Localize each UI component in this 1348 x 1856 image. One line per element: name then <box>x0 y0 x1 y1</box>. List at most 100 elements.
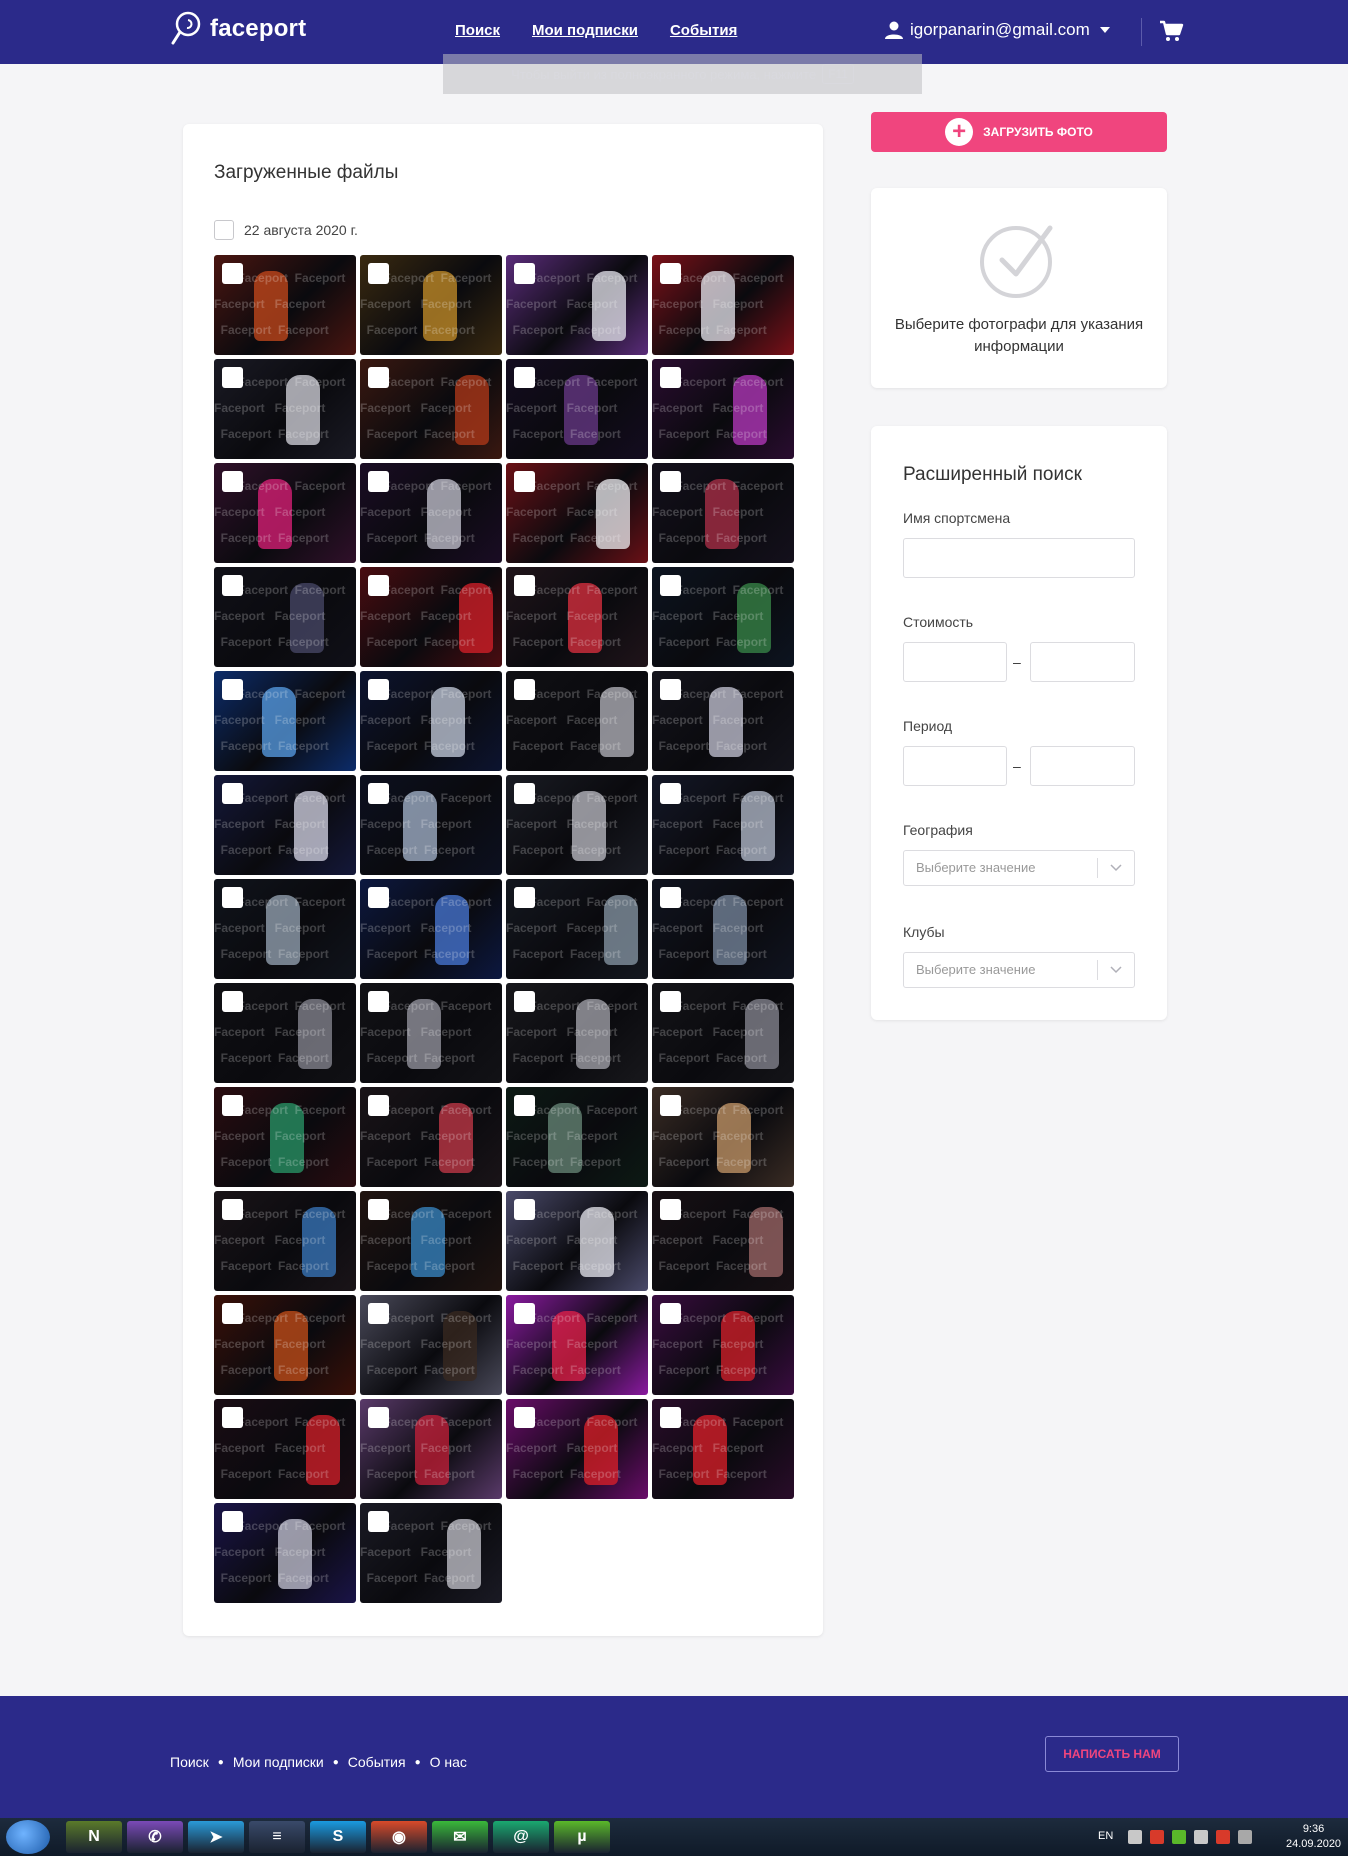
photo-thumbnail[interactable]: Faceport Faceport Faceport Faceport Facep… <box>360 463 502 563</box>
photo-checkbox[interactable] <box>660 679 681 700</box>
photo-checkbox[interactable] <box>368 1199 389 1220</box>
start-button[interactable] <box>6 1820 50 1854</box>
photo-checkbox[interactable] <box>514 887 535 908</box>
photo-thumbnail[interactable]: Faceport Faceport Faceport Faceport Facep… <box>214 1503 356 1603</box>
photo-thumbnail[interactable]: Faceport Faceport Faceport Faceport Facep… <box>360 1191 502 1291</box>
photo-thumbnail[interactable]: Faceport Faceport Faceport Faceport Facep… <box>360 567 502 667</box>
photo-checkbox[interactable] <box>514 1407 535 1428</box>
photo-checkbox[interactable] <box>660 1095 681 1116</box>
photo-checkbox[interactable] <box>222 1303 243 1324</box>
cost-from-input[interactable] <box>903 642 1007 682</box>
photo-checkbox[interactable] <box>660 575 681 596</box>
photo-thumbnail[interactable]: Faceport Faceport Faceport Faceport Facep… <box>506 359 648 459</box>
tray-utorrent-icon[interactable] <box>1172 1830 1186 1844</box>
photo-thumbnail[interactable]: Faceport Faceport Faceport Faceport Facep… <box>214 1087 356 1187</box>
photo-checkbox[interactable] <box>222 367 243 388</box>
photo-checkbox[interactable] <box>222 471 243 492</box>
nav-subscriptions[interactable]: Мои подписки <box>532 22 638 39</box>
photo-checkbox[interactable] <box>222 991 243 1012</box>
photo-checkbox[interactable] <box>368 1511 389 1532</box>
photo-checkbox[interactable] <box>222 1511 243 1532</box>
cost-to-input[interactable] <box>1030 642 1135 682</box>
photo-thumbnail[interactable]: Faceport Faceport Faceport Faceport Facep… <box>214 567 356 667</box>
photo-thumbnail[interactable]: Faceport Faceport Faceport Faceport Facep… <box>506 1191 648 1291</box>
photo-checkbox[interactable] <box>514 471 535 492</box>
photo-thumbnail[interactable]: Faceport Faceport Faceport Faceport Facep… <box>214 359 356 459</box>
photo-checkbox[interactable] <box>222 263 243 284</box>
photo-thumbnail[interactable]: Faceport Faceport Faceport Faceport Facep… <box>360 255 502 355</box>
footer-link-search[interactable]: Поиск <box>170 1754 209 1770</box>
photo-thumbnail[interactable]: Faceport Faceport Faceport Faceport Facep… <box>652 255 794 355</box>
photo-thumbnail[interactable]: Faceport Faceport Faceport Faceport Facep… <box>506 879 648 979</box>
nav-search[interactable]: Поиск <box>455 22 500 39</box>
photo-thumbnail[interactable]: Faceport Faceport Faceport Faceport Facep… <box>652 1399 794 1499</box>
skype-icon[interactable]: S <box>310 1821 366 1853</box>
wechat-icon[interactable]: ✉ <box>432 1821 488 1853</box>
photo-thumbnail[interactable]: Faceport Faceport Faceport Faceport Facep… <box>652 775 794 875</box>
date-group-checkbox[interactable] <box>214 220 234 240</box>
photo-checkbox[interactable] <box>368 263 389 284</box>
photo-thumbnail[interactable]: Faceport Faceport Faceport Faceport Facep… <box>652 359 794 459</box>
geography-select[interactable]: Выберите значение <box>903 850 1135 886</box>
chrome-icon[interactable]: ◉ <box>371 1821 427 1853</box>
tray-network-icon[interactable] <box>1216 1830 1230 1844</box>
photo-checkbox[interactable] <box>514 1095 535 1116</box>
photo-checkbox[interactable] <box>368 1303 389 1324</box>
photo-checkbox[interactable] <box>368 471 389 492</box>
photo-checkbox[interactable] <box>368 575 389 596</box>
photo-checkbox[interactable] <box>514 1199 535 1220</box>
photo-thumbnail[interactable]: Faceport Faceport Faceport Faceport Facep… <box>214 1191 356 1291</box>
contact-us-button[interactable]: НАПИСАТЬ НАМ <box>1045 1736 1179 1772</box>
photo-thumbnail[interactable]: Faceport Faceport Faceport Faceport Facep… <box>214 775 356 875</box>
document-viewer-icon[interactable]: ≡ <box>249 1821 305 1853</box>
photo-checkbox[interactable] <box>368 367 389 388</box>
photo-thumbnail[interactable]: Faceport Faceport Faceport Faceport Facep… <box>360 1295 502 1395</box>
photo-thumbnail[interactable]: Faceport Faceport Faceport Faceport Facep… <box>652 1087 794 1187</box>
photo-checkbox[interactable] <box>222 1407 243 1428</box>
telegram-icon[interactable]: ➤ <box>188 1821 244 1853</box>
tray-signal-icon[interactable] <box>1238 1830 1252 1844</box>
photo-checkbox[interactable] <box>660 367 681 388</box>
photo-thumbnail[interactable]: Faceport Faceport Faceport Faceport Facep… <box>360 671 502 771</box>
photo-checkbox[interactable] <box>660 1407 681 1428</box>
photo-thumbnail[interactable]: Faceport Faceport Faceport Faceport Facep… <box>506 255 648 355</box>
upload-photo-button[interactable]: + ЗАГРУЗИТЬ ФОТО <box>871 112 1167 152</box>
photo-thumbnail[interactable]: Faceport Faceport Faceport Faceport Facep… <box>214 255 356 355</box>
photo-thumbnail[interactable]: Faceport Faceport Faceport Faceport Facep… <box>652 671 794 771</box>
clock[interactable]: 9:36 24.09.2020 <box>1286 1822 1341 1852</box>
photo-thumbnail[interactable]: Faceport Faceport Faceport Faceport Facep… <box>360 359 502 459</box>
photo-thumbnail[interactable]: Faceport Faceport Faceport Faceport Facep… <box>506 567 648 667</box>
photo-checkbox[interactable] <box>660 887 681 908</box>
photo-thumbnail[interactable]: Faceport Faceport Faceport Faceport Facep… <box>214 879 356 979</box>
photo-thumbnail[interactable]: Faceport Faceport Faceport Faceport Facep… <box>360 775 502 875</box>
photo-thumbnail[interactable]: Faceport Faceport Faceport Faceport Facep… <box>360 1399 502 1499</box>
photo-checkbox[interactable] <box>660 1303 681 1324</box>
tray-device-icon[interactable] <box>1194 1830 1208 1844</box>
language-indicator[interactable]: EN <box>1098 1830 1113 1842</box>
photo-thumbnail[interactable]: Faceport Faceport Faceport Faceport Facep… <box>360 983 502 1083</box>
photo-thumbnail[interactable]: Faceport Faceport Faceport Faceport Facep… <box>652 567 794 667</box>
photo-thumbnail[interactable]: Faceport Faceport Faceport Faceport Facep… <box>214 463 356 563</box>
photo-checkbox[interactable] <box>660 991 681 1012</box>
photo-checkbox[interactable] <box>660 263 681 284</box>
photo-thumbnail[interactable]: Faceport Faceport Faceport Faceport Facep… <box>652 879 794 979</box>
period-to-input[interactable] <box>1030 746 1135 786</box>
photo-checkbox[interactable] <box>222 1095 243 1116</box>
photo-thumbnail[interactable]: Faceport Faceport Faceport Faceport Facep… <box>652 983 794 1083</box>
photo-checkbox[interactable] <box>222 575 243 596</box>
photo-checkbox[interactable] <box>514 679 535 700</box>
photo-thumbnail[interactable]: Faceport Faceport Faceport Faceport Facep… <box>652 463 794 563</box>
photo-checkbox[interactable] <box>514 991 535 1012</box>
photo-checkbox[interactable] <box>660 471 681 492</box>
photo-checkbox[interactable] <box>660 783 681 804</box>
viber-icon[interactable]: ✆ <box>127 1821 183 1853</box>
photo-checkbox[interactable] <box>660 1199 681 1220</box>
photo-thumbnail[interactable]: Faceport Faceport Faceport Faceport Facep… <box>506 983 648 1083</box>
photo-checkbox[interactable] <box>368 1095 389 1116</box>
photo-thumbnail[interactable]: Faceport Faceport Faceport Faceport Facep… <box>214 1295 356 1395</box>
user-menu[interactable]: igorpanarin@gmail.com <box>884 20 1110 40</box>
photo-checkbox[interactable] <box>222 679 243 700</box>
photo-checkbox[interactable] <box>368 679 389 700</box>
logo[interactable]: faceport <box>170 10 306 48</box>
photo-checkbox[interactable] <box>368 783 389 804</box>
